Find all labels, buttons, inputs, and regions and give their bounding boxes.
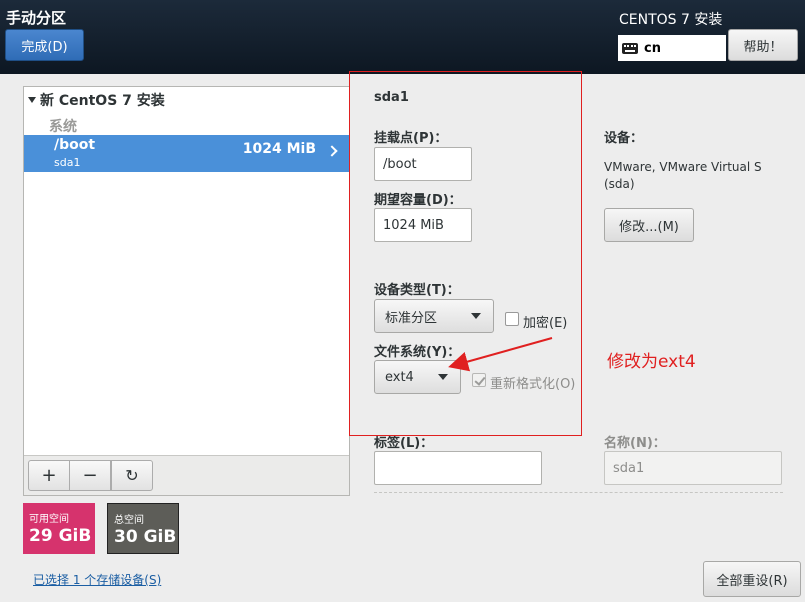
expand-triangle-icon bbox=[28, 97, 36, 103]
partition-mount-point: /boot bbox=[54, 137, 96, 153]
available-space-value: 29 GiB bbox=[29, 526, 92, 546]
name-input: sda1 bbox=[604, 451, 782, 485]
system-group-label: 系统 bbox=[49, 119, 77, 135]
total-space-box: 总空间 30 GiB bbox=[107, 503, 179, 554]
remove-partition-button[interactable]: − bbox=[69, 460, 111, 491]
total-space-label: 总空间 bbox=[114, 515, 144, 526]
install-group-header[interactable]: 新 CentOS 7 安装 bbox=[28, 90, 165, 110]
reset-all-button[interactable]: 全部重设(R) bbox=[703, 561, 801, 597]
available-space-box: 可用空间 29 GiB bbox=[23, 503, 95, 554]
mount-point-input[interactable]: /boot bbox=[374, 147, 472, 181]
partition-size: 1024 MiB bbox=[242, 141, 316, 157]
tag-label: 标签(L)： bbox=[374, 436, 434, 451]
product-title: CENTOS 7 安装 bbox=[619, 12, 723, 28]
modify-button[interactable]: 修改...(M) bbox=[604, 208, 694, 242]
device-type-label: 设备类型(T)： bbox=[374, 283, 460, 298]
keyboard-icon bbox=[622, 42, 638, 54]
dropdown-arrow-icon bbox=[471, 313, 481, 319]
partition-device: sda1 bbox=[54, 156, 81, 169]
name-label: 名称(N)： bbox=[604, 436, 666, 451]
device-type-dropdown[interactable]: 标准分区 bbox=[374, 299, 494, 333]
keyboard-layout-indicator[interactable]: cn bbox=[618, 35, 726, 61]
refresh-icon[interactable]: ↻ bbox=[111, 460, 153, 491]
dropdown-arrow-icon bbox=[438, 374, 448, 380]
device-value-sub: (sda) bbox=[604, 177, 635, 191]
separator bbox=[374, 492, 783, 493]
mount-point-label: 挂载点(P)： bbox=[374, 131, 448, 146]
annotation-text: 修改为ext4 bbox=[607, 352, 696, 372]
filesystem-value: ext4 bbox=[385, 369, 414, 385]
available-space-label: 可用空间 bbox=[29, 514, 69, 525]
device-label: 设备： bbox=[604, 131, 644, 146]
install-group-title: 新 CentOS 7 安装 bbox=[40, 93, 165, 109]
total-space-value: 30 GiB bbox=[114, 527, 177, 547]
page-title: 手动分区 bbox=[6, 9, 67, 27]
encrypt-checkbox[interactable] bbox=[505, 312, 519, 326]
filesystem-label: 文件系统(Y)： bbox=[374, 345, 461, 360]
reformat-checkbox[interactable] bbox=[472, 373, 486, 387]
encrypt-label[interactable]: 加密(E) bbox=[523, 312, 567, 331]
device-type-value: 标准分区 bbox=[385, 310, 438, 326]
chevron-right-icon bbox=[326, 145, 338, 157]
device-value: VMware, VMware Virtual S bbox=[604, 160, 762, 174]
done-button[interactable]: 完成(D) bbox=[5, 29, 84, 61]
add-partition-button[interactable]: + bbox=[28, 460, 70, 491]
selected-storage-link[interactable]: 已选择 1 个存储设备(S) bbox=[33, 571, 161, 588]
partition-toolbar: + − ↻ bbox=[24, 455, 349, 495]
help-button[interactable]: 帮助！ bbox=[728, 29, 798, 61]
reformat-label: 重新格式化(O) bbox=[490, 377, 576, 392]
keyboard-layout-label: cn bbox=[644, 40, 661, 56]
filesystem-dropdown[interactable]: ext4 bbox=[374, 360, 461, 394]
desired-capacity-input[interactable]: 1024 MiB bbox=[374, 208, 472, 242]
tag-input[interactable] bbox=[374, 451, 542, 485]
desired-capacity-label: 期望容量(D)： bbox=[374, 193, 462, 208]
partition-row-boot[interactable]: /boot sda1 1024 MiB bbox=[24, 135, 349, 172]
detail-title: sda1 bbox=[374, 90, 409, 105]
partition-list-panel: 新 CentOS 7 安装 系统 /boot sda1 1024 MiB + −… bbox=[23, 86, 350, 496]
top-header: 手动分区 完成(D) CENTOS 7 安装 cn 帮助！ bbox=[0, 0, 805, 74]
